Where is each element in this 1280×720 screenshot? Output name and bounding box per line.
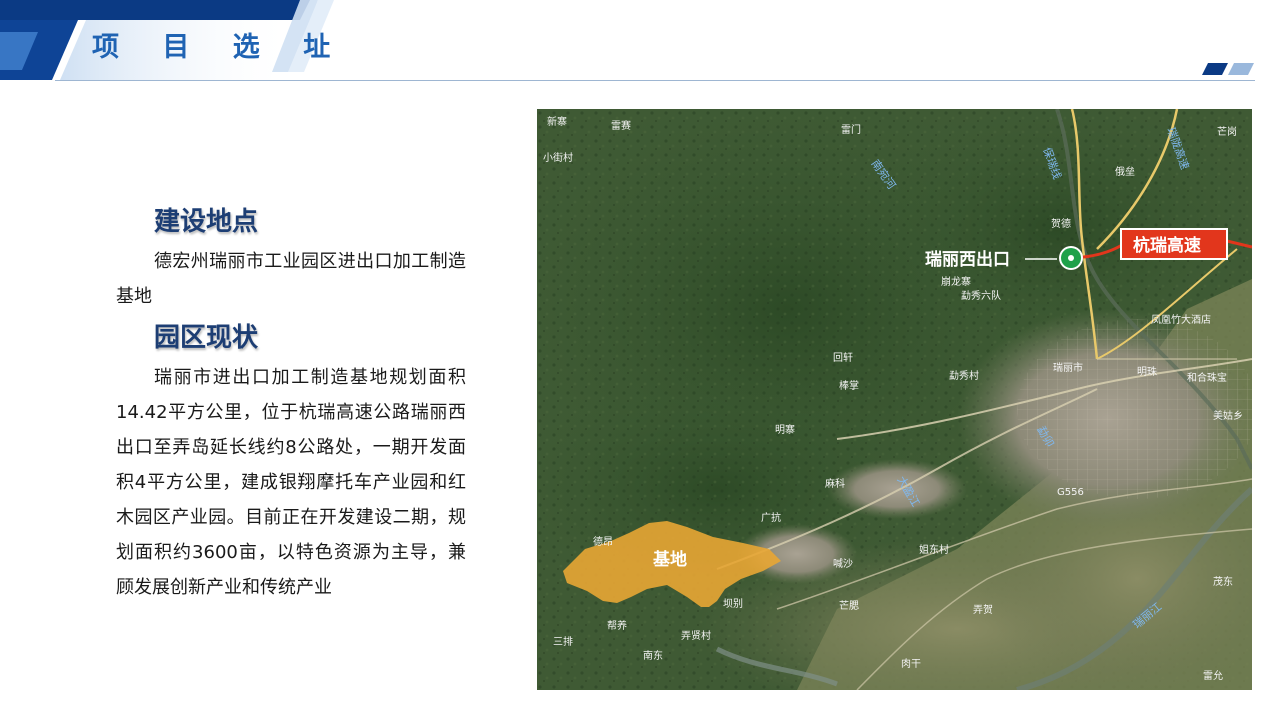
map-label-tonghe: 和合珠宝 [1187,371,1227,384]
map-label-manglong: 崩龙寨 [941,275,971,288]
map-label-fenghuang: 凤凰竹大酒店 [1151,313,1211,326]
map-label-meigu: 美姑乡 [1213,409,1243,422]
map-label-jiedong: 姐东村 [919,543,949,556]
map-label-mengxiu-cun: 勐秀村 [949,369,979,382]
section-heading-location: 建设地点 [154,207,259,237]
section-body-location: 德宏州瑞丽市工业园区进出口加工制造基地 [116,251,466,307]
map-label-leiyang: 帮养 [607,619,627,632]
map-label-qixiu: 勐秀六队 [961,289,1001,302]
map-label-ruili-city: 瑞丽市 [1053,361,1083,374]
map-label-hede: 贺德 [1051,217,1071,230]
map-label-maodong: 茂东 [1213,575,1233,588]
highway-callout: 杭瑞高速 [1120,228,1228,260]
slide: 项 目 选 址 建设地点 德宏州瑞丽市工业园区进出口加工制造基地 园区现状 瑞丽… [0,0,1280,720]
page-title: 项 目 选 址 [92,32,348,63]
corner-tabs-decoration [1202,63,1254,75]
map-label-nandong: 南东 [643,649,663,662]
map-label-sanpai: 三排 [553,635,573,648]
section-heading-status: 园区现状 [154,323,259,353]
map-label-xiaojie: 小街村 [543,151,573,164]
satellite-map: 新寨 雷赛 小街村 雷门 贺德 俄垒 崩龙寨 勐秀六队 凤凰竹大酒店 瑞丽市 回… [537,109,1252,690]
base-label: 基地 [652,549,687,570]
map-label-qiaozhang: 棒掌 [839,379,859,392]
map-label-nongfu: 弄贺 [973,604,993,616]
header-divider [55,80,1255,81]
map-label-xianbie: 坝别 [723,598,743,610]
map-label-debao: 德昂 [593,535,613,548]
exit-label: 瑞丽西出口 [925,249,1010,270]
map-label-hansha: 喊沙 [833,558,853,570]
map-label-xinzhai: 新寨 [547,115,567,128]
highway-label: 杭瑞高速 [1133,235,1201,256]
map-label-mangxin: 芒岗 [1217,125,1237,138]
map-label-nongdao: 弄贤村 [681,629,711,642]
map-label-huixuan: 回轩 [833,351,853,364]
map-label-mingzhai: 明寨 [775,423,795,436]
map-label-mali: 麻科 [825,477,845,490]
section-body-status: 瑞丽市进出口加工制造基地规划面积14.42平方公里，位于杭瑞高速公路瑞丽西出口至… [116,367,466,598]
map-label-jiexiu: 俄垒 [1115,165,1135,178]
map-label-mangpi: 芒腮 [839,599,859,612]
map-label-leimen: 雷门 [841,123,861,136]
map-label-rougan: 肉干 [901,657,921,670]
map-label-g56: G556 [1057,487,1084,498]
map-label-leiyao: 雷允 [1203,669,1223,682]
map-label-guangkang: 广抗 [761,511,781,524]
map-label-mingzhu: 明珠 [1137,365,1157,378]
map-label-leisai: 雷赛 [611,119,631,132]
text-column: 建设地点 德宏州瑞丽市工业园区进出口加工制造基地 园区现状 瑞丽市进出口加工制造… [116,200,466,607]
